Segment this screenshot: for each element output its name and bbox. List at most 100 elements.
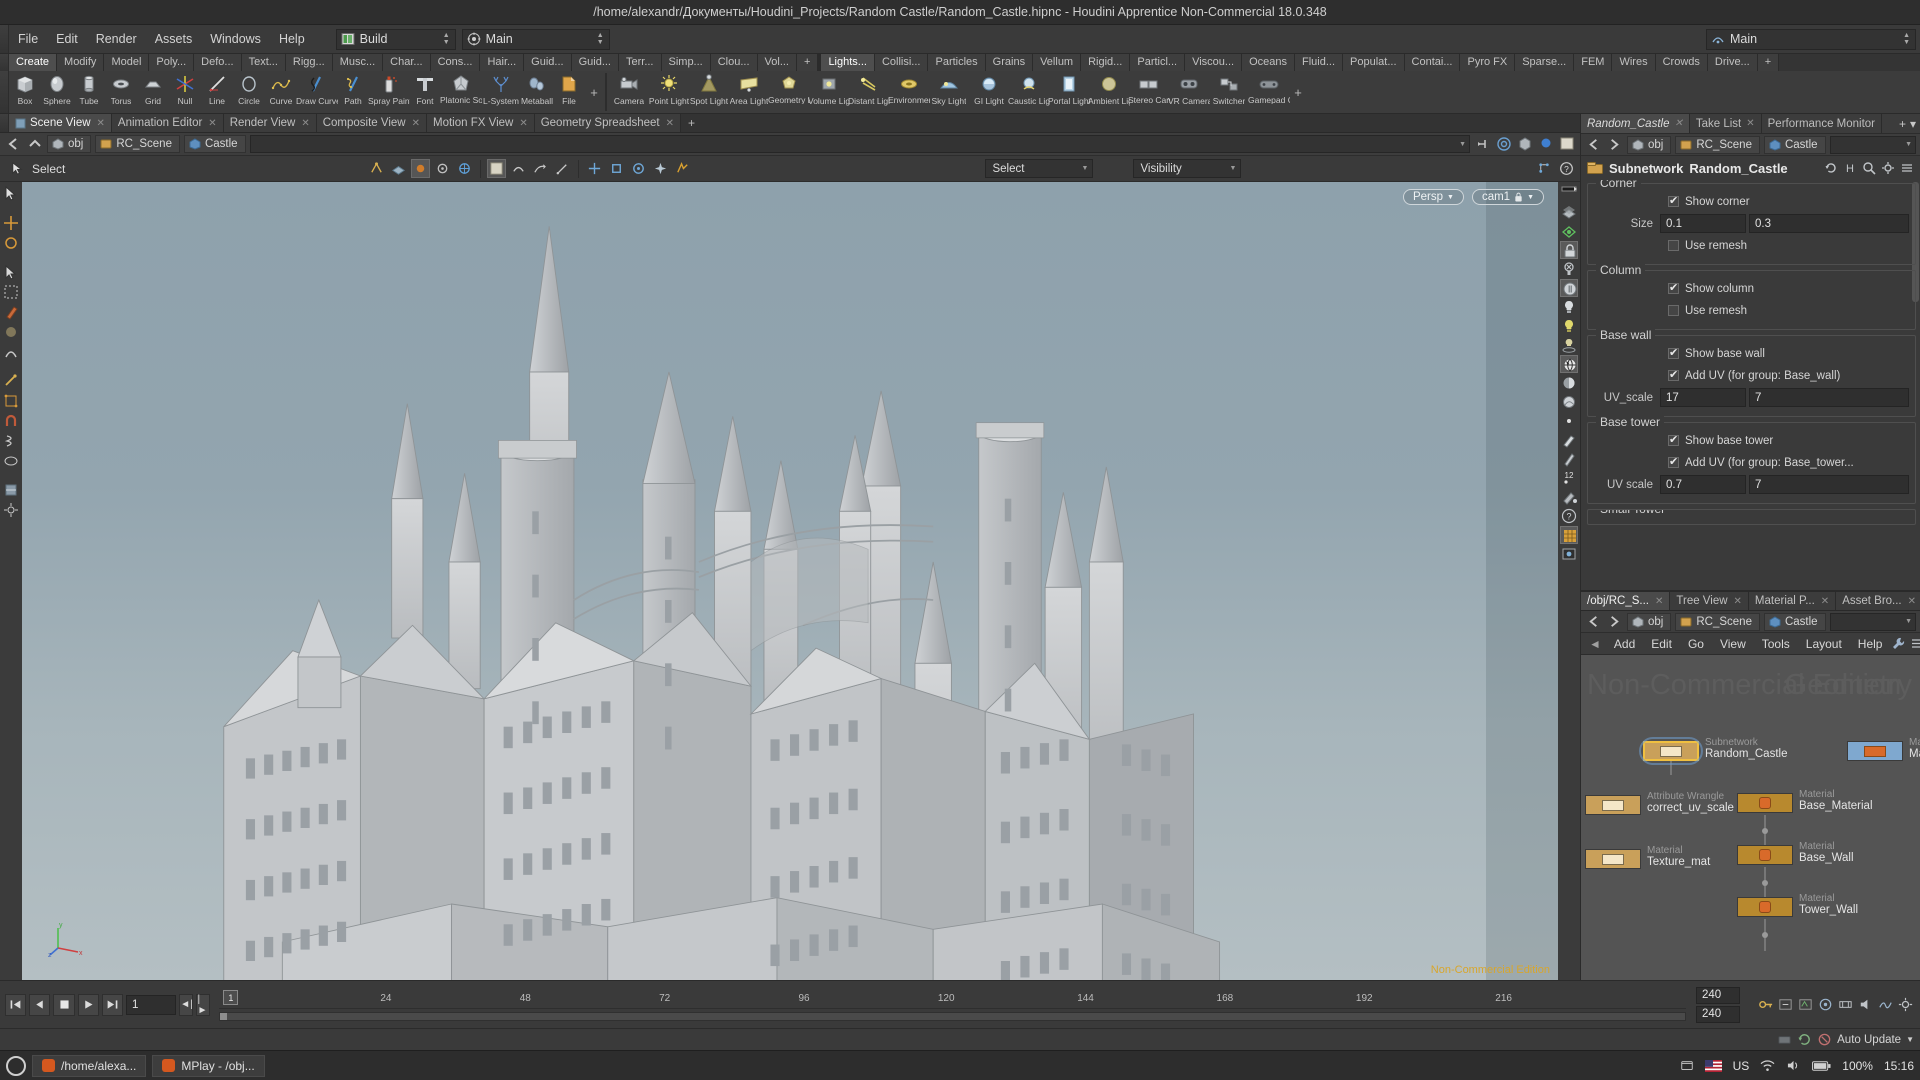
shelf-tool-grid[interactable]: Grid xyxy=(137,71,169,113)
shelf-tool-spray-paint[interactable]: Spray Paint xyxy=(368,71,410,113)
shelf-tab-collisions[interactable]: Collisi... xyxy=(874,54,929,71)
network-node-texture-mat[interactable]: Material Texture_mat xyxy=(1585,845,1710,869)
select-group-icon[interactable] xyxy=(455,159,474,178)
shelf-tab-rigidbodies[interactable]: Rigid... xyxy=(1081,54,1131,71)
material-display-icon[interactable] xyxy=(1537,136,1554,153)
breadcrumb-castle[interactable]: Castle xyxy=(183,135,246,153)
shelf-tab-muscles[interactable]: Musc... xyxy=(332,54,384,71)
network-menu-help[interactable]: Help xyxy=(1851,635,1890,653)
param-row-uv-scale-base-tower[interactable]: UV scale 0.7 7 xyxy=(1594,475,1909,494)
shelf-tool-ambient-light[interactable]: Ambient Light xyxy=(1088,71,1130,113)
timeline-settings-icon[interactable] xyxy=(1897,996,1914,1013)
shelf-tab-rigging[interactable]: Rigg... xyxy=(285,54,333,71)
shelf-tab-crowds[interactable]: Crowds xyxy=(1655,54,1708,71)
network-node-correct-uv-scale[interactable]: Attribute Wrangle correct_uv_scale xyxy=(1585,791,1734,815)
close-icon[interactable]: ✕ xyxy=(208,118,216,129)
checkbox-add-uv-base-tower[interactable]: Add UV (for group: Base_tower... xyxy=(1594,455,1854,469)
collapse-arrow-icon[interactable]: ◄ xyxy=(1585,637,1605,651)
spring-tool-icon[interactable] xyxy=(2,432,20,450)
shelf-tab-fem[interactable]: FEM xyxy=(1574,54,1613,71)
param-row-show-column[interactable]: Show column xyxy=(1594,279,1909,298)
keyboard-layout-label[interactable]: US xyxy=(1733,1059,1750,1073)
headlight-icon[interactable] xyxy=(1560,279,1578,297)
tab-geometry-spreadsheet[interactable]: Geometry Spreadsheet ✕ xyxy=(534,114,682,132)
chevron-down-icon[interactable]: ▼ xyxy=(1905,141,1912,148)
tab-animation-editor[interactable]: Animation Editor ✕ xyxy=(111,114,224,132)
camera-badge[interactable]: cam1 ▼ xyxy=(1471,189,1544,205)
shelf-tool-draw-curve[interactable]: Draw Curve xyxy=(296,71,338,113)
shelf-tab-oceans[interactable]: Oceans xyxy=(1242,54,1296,71)
range-icon[interactable] xyxy=(1837,996,1854,1013)
shelf-tool-null[interactable]: Null xyxy=(169,71,201,113)
soft-tool-icon[interactable] xyxy=(2,323,20,341)
net-breadcrumb-castle[interactable]: Castle xyxy=(1763,612,1826,631)
shelf-tool-spot-light[interactable]: Spot Light xyxy=(689,71,729,113)
snapshot-icon[interactable] xyxy=(1558,136,1575,153)
shelf-tab-poly[interactable]: Poly... xyxy=(149,54,195,71)
chop-icon[interactable] xyxy=(1877,996,1894,1013)
show-geometry-icon[interactable] xyxy=(1560,222,1578,240)
shelf-tab-constraints[interactable]: Cons... xyxy=(430,54,481,71)
pin-icon[interactable] xyxy=(1474,136,1491,153)
timeline-playhead[interactable]: 1 xyxy=(223,989,239,1005)
render-region-icon[interactable] xyxy=(1560,545,1578,563)
shelf-tool-distant-light[interactable]: Distant Light xyxy=(848,71,890,113)
menu-file[interactable]: File xyxy=(9,28,47,50)
close-icon[interactable]: ✕ xyxy=(1821,596,1829,607)
wrench-icon[interactable] xyxy=(1891,636,1906,651)
shelf-tool-font[interactable]: Font xyxy=(409,71,441,113)
shelf-tool-volume-light[interactable]: Volume Light xyxy=(808,71,850,113)
shelf-tool-camera[interactable]: Camera xyxy=(609,71,649,113)
network-menu-view[interactable]: View xyxy=(1713,635,1753,653)
node-body[interactable] xyxy=(1737,793,1793,813)
shelf-tab-particles[interactable]: Particles xyxy=(928,54,986,71)
shelf-tab-lights[interactable]: Lights... xyxy=(821,54,875,71)
refresh-icon[interactable] xyxy=(1797,1032,1812,1047)
secure-selection-icon[interactable] xyxy=(410,159,430,178)
shelf-add-tool-button-right[interactable]: + xyxy=(1289,85,1307,100)
shelf-tab-vellum[interactable]: Vellum xyxy=(1033,54,1082,71)
shelf-tool-path[interactable]: Path xyxy=(337,71,369,113)
list-icon[interactable] xyxy=(1910,636,1920,651)
menu-render[interactable]: Render xyxy=(87,28,146,50)
tab-material-palette[interactable]: Material P... ✕ xyxy=(1748,592,1837,610)
shelf-tab-particlefluids[interactable]: Particl... xyxy=(1130,54,1186,71)
base-tower-uv-scale-v-input[interactable]: 7 xyxy=(1749,475,1909,494)
geometry-display-icon[interactable] xyxy=(1516,136,1533,153)
base-wall-uv-scale-u-input[interactable]: 17 xyxy=(1660,388,1746,407)
close-icon[interactable]: ✕ xyxy=(412,118,420,129)
network-canvas[interactable]: Non-Commercial Edition Geometry Subnetwo… xyxy=(1581,655,1920,980)
shelf-tool-portal-light[interactable]: Portal Light xyxy=(1048,71,1090,113)
menu-assets[interactable]: Assets xyxy=(146,28,202,50)
close-icon[interactable]: ✕ xyxy=(666,118,674,129)
spotlight-placement-icon[interactable] xyxy=(1560,336,1578,354)
global-end-input[interactable]: 240 xyxy=(1696,1005,1740,1023)
checkbox-show-column[interactable]: Show column xyxy=(1594,281,1754,295)
shelf-tab-populate[interactable]: Populat... xyxy=(1343,54,1405,71)
tab-menu-icon[interactable]: ▾ xyxy=(1910,117,1916,131)
param-row-use-remesh-column[interactable]: Use remesh xyxy=(1594,301,1909,320)
default-light-icon[interactable] xyxy=(1560,298,1578,316)
fill-display-icon[interactable] xyxy=(1560,488,1578,506)
construction-plane-icon[interactable] xyxy=(389,159,408,178)
node-body[interactable] xyxy=(1585,795,1641,815)
shelf-tab-character[interactable]: Char... xyxy=(383,54,431,71)
tab-motion-fx-view[interactable]: Motion FX View ✕ xyxy=(427,114,535,132)
param-breadcrumb-castle[interactable]: Castle xyxy=(1763,135,1826,154)
shelf-tool-sphere[interactable]: Sphere xyxy=(41,71,73,113)
measure-icon[interactable] xyxy=(553,159,572,178)
snap-icon[interactable] xyxy=(367,159,386,178)
environment-map-icon[interactable] xyxy=(1560,355,1578,373)
keyframe-icon[interactable]: H xyxy=(1843,161,1857,175)
shelf-tools-grip[interactable] xyxy=(0,71,9,113)
menu-help[interactable]: Help xyxy=(270,28,314,50)
auto-update-chevron-icon[interactable]: ▼ xyxy=(1906,1035,1914,1044)
shelf-tab-hair[interactable]: Hair... xyxy=(480,54,525,71)
net-breadcrumb-obj[interactable]: obj xyxy=(1627,612,1672,631)
tab-performance-monitor[interactable]: Performance Monitor xyxy=(1761,114,1883,133)
battery-icon[interactable] xyxy=(1812,1060,1831,1072)
up-icon[interactable] xyxy=(26,136,43,153)
start-icon[interactable] xyxy=(6,1055,26,1076)
point-number-icon[interactable]: 12 xyxy=(1560,469,1578,487)
network-node-base-material[interactable]: Material Base_Material xyxy=(1737,789,1873,813)
